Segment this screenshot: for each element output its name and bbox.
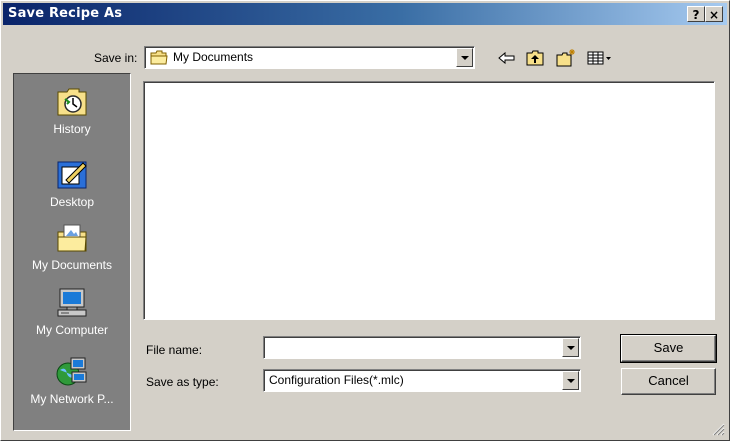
place-my-network-places[interactable]: My Network P... (14, 356, 130, 406)
file-name-label: File name: (146, 343, 203, 357)
folder-icon (150, 50, 168, 68)
save-recipe-dialog: Save Recipe As ? × Save in: My Documents (0, 0, 730, 441)
window-title: Save Recipe As (8, 6, 123, 21)
place-my-documents[interactable]: My Documents (14, 222, 130, 272)
view-menu-icon[interactable] (586, 48, 614, 68)
back-arrow-icon[interactable] (496, 48, 518, 68)
desktop-icon (55, 159, 89, 191)
close-button[interactable]: × (705, 6, 723, 22)
my-documents-icon (55, 222, 89, 254)
place-my-computer[interactable]: My Computer (14, 287, 130, 337)
my-computer-icon (55, 287, 89, 319)
place-my-network-places-label: My Network P... (30, 392, 114, 406)
history-icon (55, 86, 89, 118)
new-folder-icon[interactable] (555, 48, 577, 68)
place-history[interactable]: History (14, 86, 130, 136)
place-desktop[interactable]: Desktop (14, 159, 130, 209)
place-history-label: History (53, 122, 91, 136)
save-as-type-dropdown[interactable]: Configuration Files(*.mlc) (263, 369, 581, 392)
place-desktop-label: Desktop (49, 195, 95, 209)
save-in-value: My Documents (173, 50, 254, 64)
chevron-down-icon[interactable] (456, 48, 473, 67)
file-name-field[interactable] (263, 336, 581, 359)
my-network-places-icon (55, 356, 89, 388)
place-my-documents-label: My Documents (31, 258, 113, 272)
chevron-down-icon[interactable] (562, 338, 579, 357)
save-button[interactable]: Save (620, 334, 717, 363)
save-in-dropdown[interactable]: My Documents (144, 46, 475, 69)
title-bar[interactable]: Save Recipe As ? × (3, 3, 727, 25)
chevron-down-icon[interactable] (562, 371, 579, 390)
up-one-level-icon[interactable] (525, 48, 547, 68)
save-in-label: Save in: (94, 51, 138, 65)
save-as-type-label: Save as type: (146, 375, 219, 389)
cancel-button[interactable]: Cancel (621, 368, 716, 395)
resize-grip-icon[interactable] (711, 422, 725, 436)
help-button[interactable]: ? (687, 6, 705, 22)
place-my-computer-label: My Computer (35, 323, 109, 337)
save-as-type-value: Configuration Files(*.mlc) (269, 373, 404, 387)
file-list[interactable] (143, 81, 715, 320)
places-bar: History Desktop My Documents My Computer… (13, 73, 131, 431)
